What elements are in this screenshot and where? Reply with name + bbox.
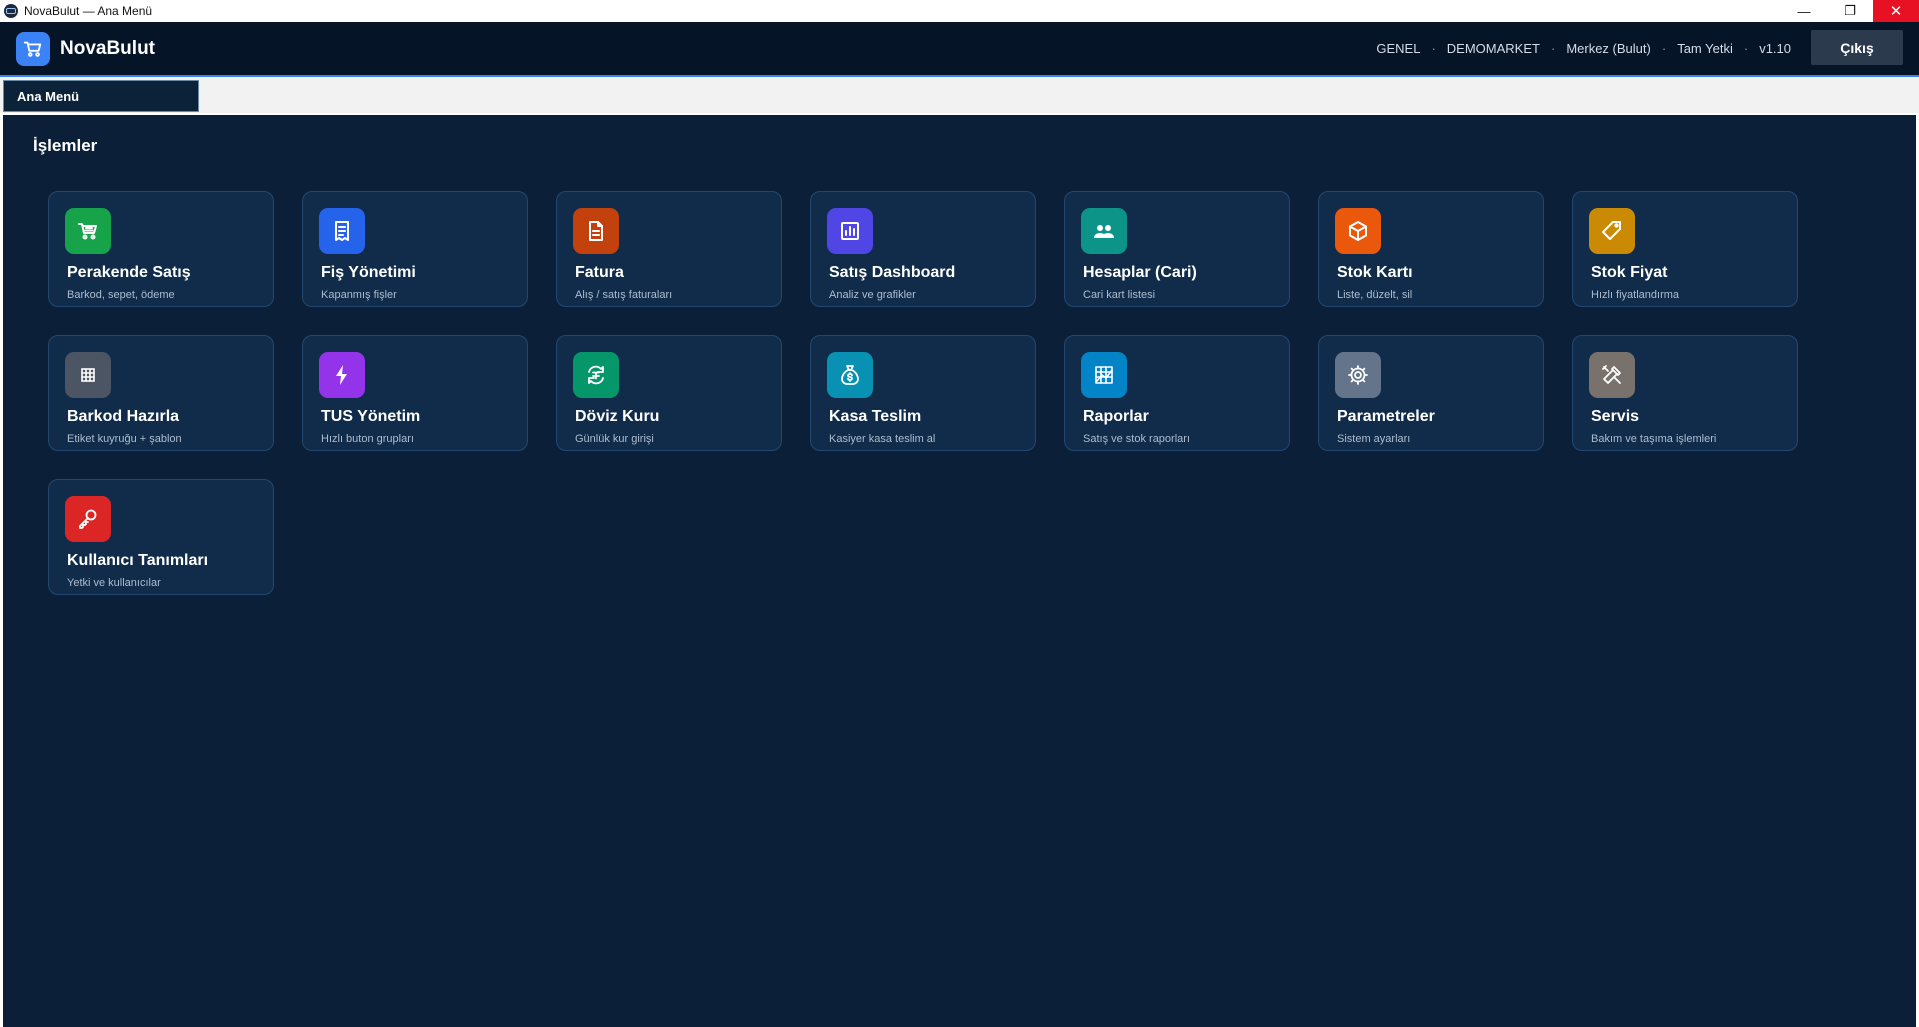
key-icon [65, 496, 111, 542]
card-title: Kasa Teslim [829, 408, 922, 425]
menu-card-raporlar[interactable]: Raporlar Satış ve stok raporları [1064, 335, 1290, 451]
card-subtitle: Kasiyer kasa teslim al [829, 433, 936, 445]
card-title: Parametreler [1337, 408, 1435, 425]
company-label: GENEL [1376, 41, 1421, 56]
menu-card-tus-yonetim[interactable]: TUS Yönetim Hızlı buton grupları [302, 335, 528, 451]
branch-label: Merkez (Bulut) [1566, 41, 1651, 56]
bar-chart-icon [827, 208, 873, 254]
card-title: Satış Dashboard [829, 264, 956, 281]
menu-card-satis-dashboard[interactable]: Satış Dashboard Analiz ve grafikler [810, 191, 1036, 307]
session-info: GENEL · DEMOMARKET · Merkez (Bulut) · Ta… [1376, 22, 1791, 75]
tab-ana-menu[interactable]: Ana Menü [3, 80, 199, 112]
card-title: Stok Kartı [1337, 264, 1413, 281]
card-title: Fatura [575, 264, 624, 281]
tools-icon [1589, 352, 1635, 398]
section-title: İşlemler [33, 136, 98, 155]
card-title: TUS Yönetim [321, 408, 421, 425]
users-icon [1081, 208, 1127, 254]
menu-card-fis-yonetimi[interactable]: Fiş Yönetimi Kapanmış fişler [302, 191, 528, 307]
card-subtitle: Yetki ve kullanıcılar [67, 577, 161, 589]
version-label: v1.10 [1759, 41, 1791, 56]
menu-card-kullanici-tanimlari[interactable]: Kullanıcı Tanımları Yetki ve kullanıcıla… [48, 479, 274, 595]
card-title: Stok Fiyat [1591, 264, 1668, 281]
cart-logo-icon [16, 31, 50, 66]
menu-card-perakende-satis[interactable]: Perakende Satış Barkod, sepet, ödeme [48, 191, 274, 307]
money-bag-icon [827, 352, 873, 398]
menu-card-barkod-hazirla[interactable]: Barkod Hazırla Etiket kuyruğu + şablon [48, 335, 274, 451]
document-icon [573, 208, 619, 254]
separator: · [1661, 41, 1667, 56]
tab-strip: Ana Menü [0, 77, 1919, 113]
menu-card-stok-karti[interactable]: Stok Kartı Liste, düzelt, sil [1318, 191, 1544, 307]
card-subtitle: Günlük kur girişi [575, 433, 654, 445]
store-label: DEMOMARKET [1446, 41, 1540, 56]
menu-card-fatura[interactable]: Fatura Alış / satış faturaları [556, 191, 782, 307]
separator: · [1743, 41, 1749, 56]
card-subtitle: Satış ve stok raporları [1083, 433, 1190, 445]
card-subtitle: Kapanmış fişler [321, 289, 397, 301]
menu-card-doviz-kuru[interactable]: Döviz Kuru Günlük kur girişi [556, 335, 782, 451]
card-title: Servis [1591, 408, 1640, 425]
card-title: Barkod Hazırla [67, 408, 180, 425]
menu-card-kasa-teslim[interactable]: Kasa Teslim Kasiyer kasa teslim al [810, 335, 1036, 451]
card-title: Kullanıcı Tanımları [67, 552, 209, 569]
main-panel: İşlemler Perakende Satış Barkod, sepet, … [3, 115, 1916, 1027]
minimize-button[interactable]: — [1781, 0, 1827, 22]
close-button[interactable]: ✕ [1873, 0, 1919, 22]
card-subtitle: Cari kart listesi [1083, 289, 1156, 301]
card-title: Hesaplar (Cari) [1083, 264, 1197, 281]
receipt-icon [319, 208, 365, 254]
box-icon [1335, 208, 1381, 254]
card-subtitle: Liste, düzelt, sil [1337, 289, 1413, 301]
card-subtitle: Barkod, sepet, ödeme [67, 289, 175, 301]
menu-card-parametreler[interactable]: Parametreler Sistem ayarları [1318, 335, 1544, 451]
permission-label: Tam Yetki [1677, 41, 1733, 56]
maximize-button[interactable]: ❐ [1827, 0, 1873, 22]
grid-icon [65, 352, 111, 398]
card-subtitle: Bakım ve taşıma işlemleri [1591, 433, 1717, 445]
separator: · [1431, 41, 1436, 56]
app-icon [4, 4, 18, 18]
menu-card-stok-fiyat[interactable]: Stok Fiyat Hızlı fiyatlandırma [1572, 191, 1798, 307]
menu-card-hesaplar-cari[interactable]: Hesaplar (Cari) Cari kart listesi [1064, 191, 1290, 307]
card-title: Raporlar [1083, 408, 1149, 425]
card-title: Fiş Yönetimi [321, 264, 416, 281]
menu-card-servis[interactable]: Servis Bakım ve taşıma işlemleri [1572, 335, 1798, 451]
currency-exchange-icon [573, 352, 619, 398]
card-subtitle: Alış / satış faturaları [575, 289, 673, 301]
card-title: Döviz Kuru [575, 408, 660, 425]
report-chart-icon [1081, 352, 1127, 398]
separator: · [1550, 41, 1556, 56]
window-title: NovaBulut — Ana Menü [24, 4, 153, 18]
card-subtitle: Hızlı buton grupları [321, 433, 414, 445]
logout-button[interactable]: Çıkış [1811, 30, 1903, 65]
card-subtitle: Analiz ve grafikler [829, 289, 916, 301]
card-subtitle: Hızlı fiyatlandırma [1591, 289, 1680, 301]
price-tag-icon [1589, 208, 1635, 254]
cart-icon [65, 208, 111, 254]
lightning-icon [319, 352, 365, 398]
app-header: NovaBulut GENEL · DEMOMARKET · Merkez (B… [0, 22, 1919, 75]
brand-name: NovaBulut [60, 37, 155, 59]
card-subtitle: Etiket kuyruğu + şablon [67, 433, 182, 445]
card-title: Perakende Satış [67, 264, 191, 281]
gear-icon [1335, 352, 1381, 398]
card-subtitle: Sistem ayarları [1337, 433, 1411, 445]
window-titlebar: NovaBulut — Ana Menü — ❐ ✕ [0, 0, 1919, 22]
